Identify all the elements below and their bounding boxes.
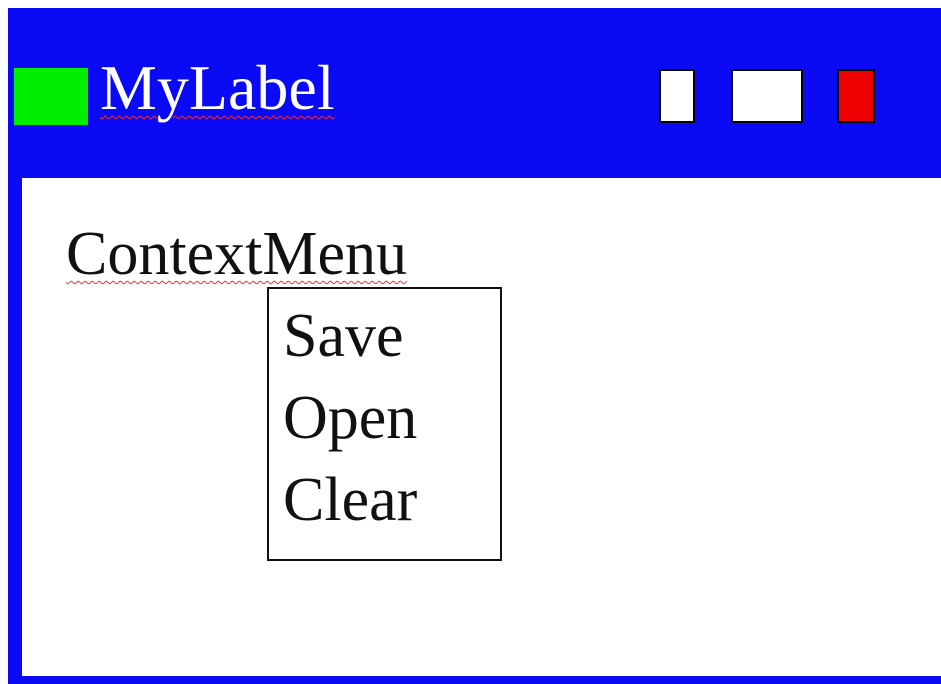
title-bar[interactable]: MyLabel xyxy=(8,8,941,178)
maximize-button[interactable] xyxy=(731,69,803,123)
context-menu-label: ContextMenu xyxy=(66,220,407,288)
app-window: MyLabel ContextMenu Save Open Clear xyxy=(0,0,941,684)
app-icon xyxy=(14,68,88,125)
window-title: MyLabel xyxy=(100,52,335,123)
context-menu: Save Open Clear xyxy=(267,287,502,561)
window-frame: MyLabel ContextMenu Save Open Clear xyxy=(8,8,941,684)
close-button[interactable] xyxy=(837,69,875,123)
menu-item-clear[interactable]: Clear xyxy=(269,459,500,541)
menu-item-save[interactable]: Save xyxy=(269,295,500,377)
minimize-button[interactable] xyxy=(659,69,695,123)
client-area[interactable]: ContextMenu Save Open Clear xyxy=(22,178,941,676)
menu-item-open[interactable]: Open xyxy=(269,377,500,459)
